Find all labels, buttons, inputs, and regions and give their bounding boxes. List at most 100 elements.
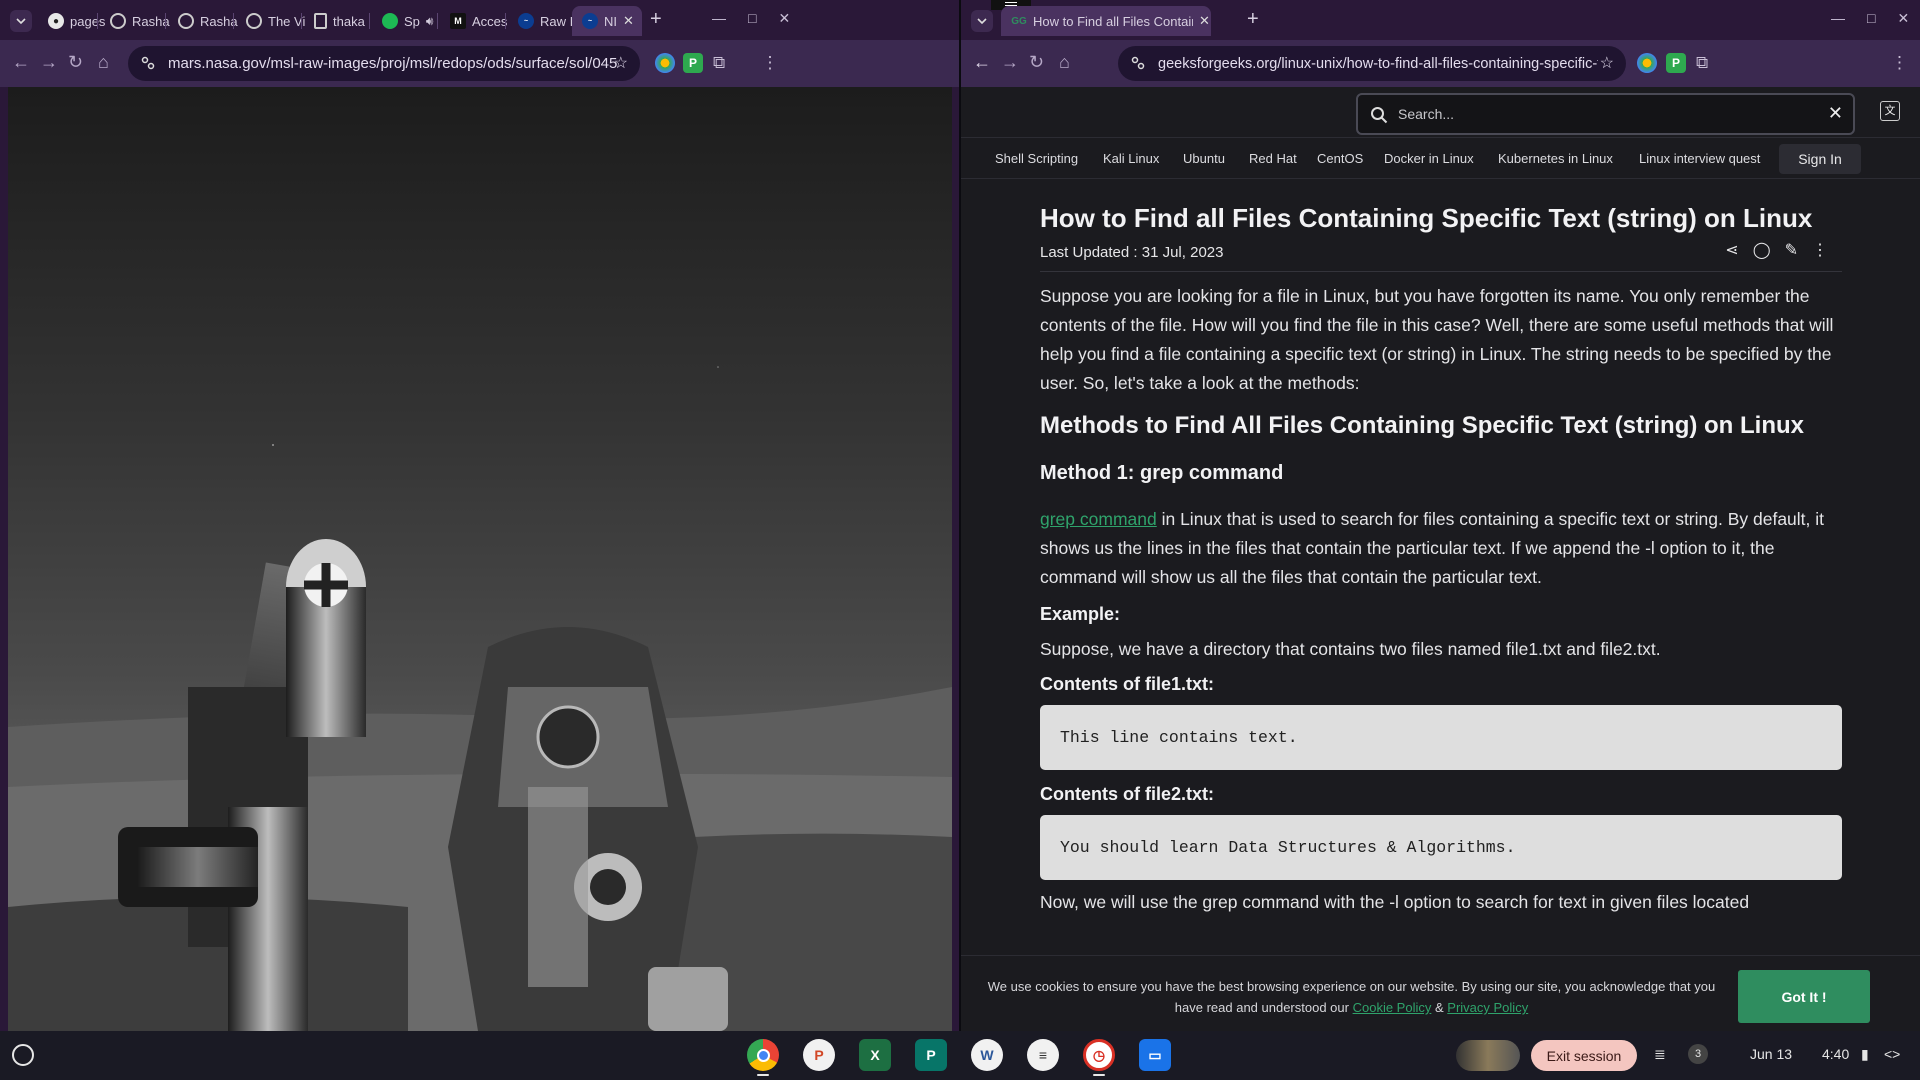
tab-raw-images[interactable]: ~ Raw Ir [508, 6, 578, 36]
window-controls: — □ ✕ [1831, 10, 1909, 27]
publisher-icon[interactable]: P [915, 1039, 947, 1071]
speaker-icon[interactable]: 🔊︎ [426, 14, 434, 29]
bookmark-star-icon[interactable]: ☆ [614, 53, 628, 73]
forward-icon[interactable]: → [40, 52, 58, 73]
tab-rasha-2[interactable]: Rasha [168, 6, 238, 36]
extension-p-icon[interactable]: P [1666, 53, 1686, 73]
site-info-icon[interactable] [140, 55, 156, 71]
powerpoint-icon[interactable]: P [803, 1039, 835, 1071]
docs-icon[interactable]: ≡ [1027, 1039, 1059, 1071]
maximize-icon[interactable]: □ [748, 10, 756, 27]
clipboard-icon[interactable]: ≣ [1654, 1046, 1666, 1063]
browser-toolbar: ← → ↻ ⌂ mars.nasa.gov/msl-raw-images/pro… [0, 40, 959, 87]
left-browser-window: ● pages Rasha Rasha The Vi thaka Sp 🔊︎ M… [0, 0, 959, 1031]
reload-icon[interactable]: ↻ [1029, 52, 1044, 73]
notification-count[interactable]: 3 [1688, 1044, 1708, 1064]
topic-nav: Shell Scripting Kali Linux Ubuntu Red Ha… [961, 137, 1920, 179]
intro-paragraph: Suppose you are looking for a file in Li… [1040, 286, 1834, 393]
tab-thaka[interactable]: thaka [304, 6, 365, 36]
new-tab-button[interactable]: + [1247, 8, 1259, 31]
got-it-button[interactable]: Got It ! [1738, 970, 1870, 1023]
code-icon[interactable]: <> [1884, 1046, 1900, 1062]
sign-in-button[interactable]: Sign In [1779, 144, 1861, 174]
time-display[interactable]: 4:40 [1822, 1046, 1849, 1062]
file1-code-block: This line contains text. [1040, 705, 1842, 770]
github-icon [178, 13, 194, 29]
tab-geeksforgeeks[interactable]: GG How to Find all Files Containin ✕ [1001, 6, 1211, 36]
media-preview[interactable] [1456, 1040, 1520, 1071]
privacy-policy-link[interactable]: Privacy Policy [1447, 1000, 1528, 1015]
edit-icon[interactable]: ✎ [1785, 240, 1798, 260]
clear-search-icon[interactable]: ✕ [1828, 103, 1843, 124]
article-meta: Last Updated : 31 Jul, 2023 ⋖ ◯ ✎ ⋮ [1040, 242, 1842, 272]
nav-ubuntu[interactable]: Ubuntu [1183, 151, 1225, 166]
nav-red-hat[interactable]: Red Hat [1249, 151, 1297, 166]
cookie-banner: We use cookies to ensure you have the be… [961, 955, 1920, 1031]
home-icon[interactable]: ⌂ [98, 52, 109, 73]
close-tab-icon[interactable]: ✕ [623, 13, 634, 29]
nav-docker[interactable]: Docker in Linux [1384, 151, 1474, 166]
word-icon[interactable]: W [971, 1039, 1003, 1071]
more-options-icon[interactable]: ⋮ [1812, 240, 1828, 260]
tab-search-button[interactable] [971, 10, 993, 32]
tab-rasha-1[interactable]: Rasha [100, 6, 170, 36]
battery-icon[interactable]: ▮ [1861, 1046, 1869, 1063]
menu-kebab-icon[interactable]: ⋮ [760, 53, 780, 73]
extension-1-icon[interactable] [655, 53, 675, 73]
back-icon[interactable]: ← [12, 52, 30, 73]
tab-spotify[interactable]: Sp 🔊︎ [372, 6, 433, 36]
tab-search-button[interactable] [10, 10, 32, 32]
nav-kubernetes[interactable]: Kubernetes in Linux [1498, 151, 1613, 166]
menu-kebab-icon[interactable]: ⋮ [1891, 53, 1911, 73]
tab-access[interactable]: M Acces [440, 6, 507, 36]
nav-kali-linux[interactable]: Kali Linux [1103, 151, 1159, 166]
spotify-icon [382, 13, 398, 29]
search-input[interactable]: Search... ✕ [1356, 93, 1855, 135]
chevron-down-icon [977, 17, 987, 24]
nav-shell-scripting[interactable]: Shell Scripting [995, 151, 1078, 166]
address-bar[interactable]: mars.nasa.gov/msl-raw-images/proj/msl/re… [128, 46, 640, 81]
tab-nasa-active[interactable]: ~ NI ✕ [572, 6, 642, 36]
address-bar[interactable]: geeksforgeeks.org/linux-unix/how-to-find… [1118, 46, 1626, 81]
extension-1-icon[interactable] [1637, 53, 1657, 73]
extensions-puzzle-icon[interactable]: ⧉ [1696, 53, 1716, 73]
excel-icon[interactable]: X [859, 1039, 891, 1071]
files-icon[interactable]: ▭ [1139, 1039, 1171, 1071]
file2-label: Contents of file2.txt: [1040, 784, 1214, 804]
new-tab-button[interactable]: + [650, 8, 662, 31]
extension-p-icon[interactable]: P [683, 53, 703, 73]
taskbar-shelf: P X P W ≡ ◷ ▭ Exit session ≣ 3 Jun 13 4:… [0, 1031, 1920, 1080]
share-icon[interactable]: ⋖ [1725, 240, 1738, 260]
close-tab-icon[interactable]: ✕ [1199, 13, 1210, 29]
close-icon[interactable]: ✕ [778, 10, 790, 27]
date-display[interactable]: Jun 13 [1750, 1046, 1792, 1062]
chrome-icon[interactable] [747, 1039, 779, 1071]
comment-icon[interactable]: ◯ [1753, 240, 1771, 260]
chevron-down-icon [16, 17, 26, 24]
tab-pages[interactable]: ● pages [38, 6, 105, 36]
back-icon[interactable]: ← [973, 52, 991, 73]
minimize-icon[interactable]: — [712, 10, 726, 27]
gfg-logo-icon: GG [1011, 15, 1027, 27]
maximize-icon[interactable]: □ [1867, 10, 1875, 27]
site-info-icon[interactable] [1130, 55, 1146, 71]
home-icon[interactable]: ⌂ [1059, 52, 1070, 73]
nav-interview[interactable]: Linux interview quest [1639, 151, 1760, 166]
launcher-button[interactable] [12, 1044, 34, 1066]
extensions-puzzle-icon[interactable]: ⧉ [713, 53, 733, 73]
grep-command-link[interactable]: grep command [1040, 509, 1157, 529]
timer-icon[interactable]: ◷ [1083, 1039, 1115, 1071]
exit-session-button[interactable]: Exit session [1531, 1040, 1637, 1071]
bookmark-star-icon[interactable]: ☆ [1600, 53, 1614, 73]
translate-icon[interactable]: 文 [1880, 101, 1900, 121]
rover-photo [8, 366, 952, 1031]
document-icon [314, 13, 327, 29]
minimize-icon[interactable]: — [1831, 10, 1845, 27]
close-icon[interactable]: ✕ [1897, 10, 1909, 27]
cookie-policy-link[interactable]: Cookie Policy [1353, 1000, 1432, 1015]
browser-toolbar: ← → ↻ ⌂ geeksforgeeks.org/linux-unix/how… [961, 40, 1920, 87]
nav-centos[interactable]: CentOS [1317, 151, 1363, 166]
reload-icon[interactable]: ↻ [68, 52, 83, 73]
forward-icon[interactable]: → [1001, 52, 1019, 73]
tab-the-vi[interactable]: The Vi [236, 6, 305, 36]
